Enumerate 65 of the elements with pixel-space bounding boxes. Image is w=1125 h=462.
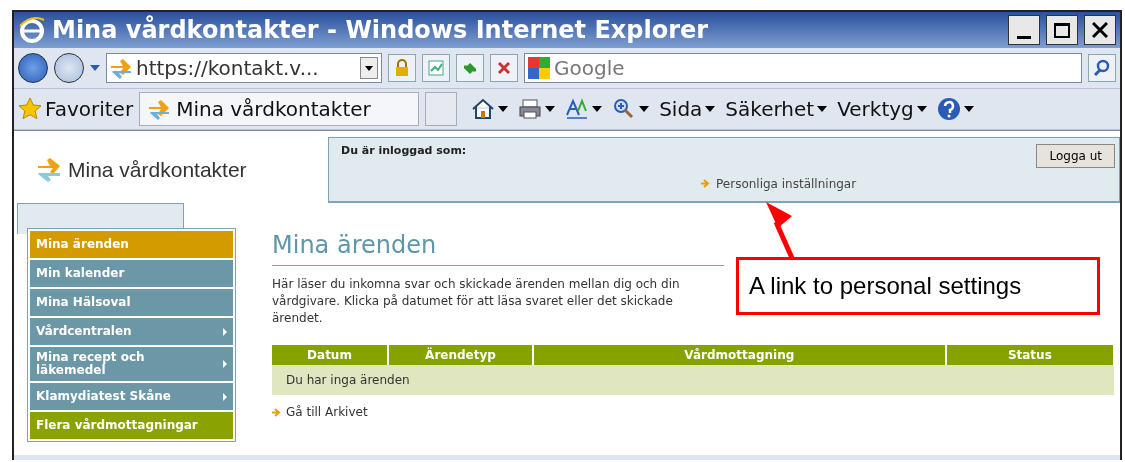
browser-tab[interactable]: Mina vårdkontakter bbox=[139, 92, 420, 126]
refresh-button[interactable] bbox=[456, 54, 484, 82]
close-icon bbox=[1092, 22, 1108, 38]
search-provider-icon bbox=[528, 57, 550, 79]
empty-message: Du har inga ärenden bbox=[272, 365, 1114, 395]
lock-button[interactable] bbox=[388, 54, 416, 82]
back-button[interactable] bbox=[18, 53, 48, 83]
star-icon bbox=[18, 97, 42, 121]
caret-icon bbox=[498, 106, 509, 112]
column-header: Ärendetyp bbox=[388, 345, 533, 365]
caret-icon bbox=[705, 106, 716, 112]
caret-icon bbox=[916, 106, 927, 112]
close-button[interactable] bbox=[1084, 15, 1116, 45]
address-field[interactable]: https://kontakt.v... bbox=[106, 53, 382, 83]
home-button[interactable] bbox=[471, 97, 509, 121]
zoom-button[interactable] bbox=[612, 97, 650, 121]
feed-icon bbox=[427, 59, 445, 77]
forward-button[interactable] bbox=[54, 53, 84, 83]
caret-icon bbox=[639, 106, 650, 112]
stop-button[interactable] bbox=[490, 54, 518, 82]
caret-icon bbox=[592, 106, 603, 112]
page-icon bbox=[110, 57, 132, 79]
toolbar-menu[interactable]: Säkerhet bbox=[725, 97, 828, 121]
maximize-icon bbox=[1054, 22, 1070, 38]
intro-text: Här läser du inkomna svar och skickade ärenden mellan dig och din vårdgivare. Klicka på datumet för att läsa svaret eller det skickade ärendet. bbox=[272, 276, 681, 327]
window-title: Mina vårdkontakter - Windows Internet Explorer bbox=[52, 16, 710, 44]
caret-icon bbox=[545, 106, 556, 112]
lock-icon bbox=[394, 59, 410, 77]
logo-text: Mina vårdkontakter bbox=[68, 158, 247, 182]
dropdown-icon[interactable] bbox=[360, 57, 378, 79]
annotation-callout: A link to personal settings bbox=[736, 257, 1100, 315]
help-button[interactable] bbox=[936, 97, 974, 121]
arrow-icon bbox=[701, 179, 710, 188]
toolbar-menu[interactable]: Sida bbox=[659, 97, 716, 121]
search-placeholder: Google bbox=[554, 56, 625, 80]
page-icon bbox=[148, 98, 171, 120]
text-size-icon bbox=[565, 97, 590, 121]
column-header: Status bbox=[945, 345, 1114, 365]
arrow-icon bbox=[272, 407, 281, 417]
search-field[interactable]: Google bbox=[524, 53, 1082, 83]
logged-in-label: Du är inloggad som: bbox=[341, 144, 468, 159]
home-icon bbox=[471, 97, 496, 121]
archive-link[interactable]: Gå till Arkivet bbox=[272, 405, 368, 419]
caret-icon bbox=[817, 106, 828, 112]
stop-icon bbox=[495, 59, 513, 77]
search-button[interactable] bbox=[1088, 54, 1116, 82]
help-icon bbox=[936, 97, 961, 121]
settings-link[interactable]: Personliga inställningar bbox=[701, 166, 1037, 201]
page-heading: Mina ärenden bbox=[272, 231, 724, 266]
text-size-button[interactable] bbox=[565, 97, 603, 121]
caret-icon bbox=[963, 106, 974, 112]
printer-icon bbox=[518, 97, 543, 121]
logout-button[interactable]: Logga ut bbox=[1036, 144, 1115, 168]
url-text: https://kontakt.v... bbox=[136, 56, 320, 80]
search-icon bbox=[1093, 59, 1111, 77]
minimize-button[interactable] bbox=[1008, 15, 1040, 45]
maximize-button[interactable] bbox=[1046, 15, 1078, 45]
minimize-icon bbox=[1017, 35, 1031, 39]
logo-icon bbox=[38, 158, 60, 182]
printer-button[interactable] bbox=[518, 97, 556, 121]
column-header: Datum bbox=[272, 345, 388, 365]
column-header: Vårdmottagning bbox=[532, 345, 946, 365]
toolbar-menu[interactable]: Verktyg bbox=[837, 97, 927, 121]
favorites-button[interactable]: Favoriter bbox=[18, 97, 134, 121]
browser-icon bbox=[18, 16, 46, 44]
